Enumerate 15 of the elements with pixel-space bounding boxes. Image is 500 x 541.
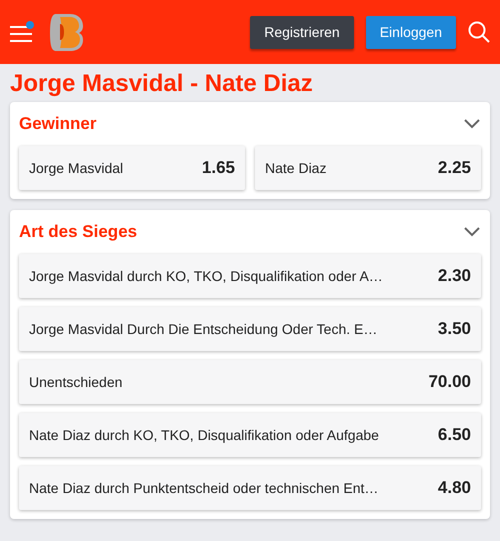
odds-option[interactable]: Unentschieden 70.00: [19, 360, 481, 404]
market-header[interactable]: Gewinner: [10, 102, 490, 146]
odds-option[interactable]: Jorge Masvidal 1.65: [19, 146, 245, 190]
search-icon[interactable]: [468, 21, 490, 43]
odds-option[interactable]: Nate Diaz 2.25: [255, 146, 481, 190]
odds-option[interactable]: Jorge Masvidal Durch Die Entscheidung Oder Tech. E… 3.50: [19, 307, 481, 351]
odds-option[interactable]: Jorge Masvidal durch KO, TKO, Disqualifikation oder A… 2.30: [19, 254, 481, 298]
menu-icon[interactable]: [10, 21, 36, 43]
login-button[interactable]: Einloggen: [366, 16, 456, 48]
page-title: Jorge Masvidal - Nate Diaz: [9, 69, 314, 99]
logo-icon[interactable]: [48, 12, 84, 52]
register-button[interactable]: Registrieren: [250, 16, 354, 48]
odds-option[interactable]: Nate Diaz durch KO, TKO, Disqualifikation oder Aufgabe 6.50: [19, 413, 481, 457]
odds-option[interactable]: Nate Diaz durch Punktentscheid oder technischen Ent… 4.80: [19, 466, 481, 510]
market-header[interactable]: Art des Sieges: [10, 210, 490, 254]
